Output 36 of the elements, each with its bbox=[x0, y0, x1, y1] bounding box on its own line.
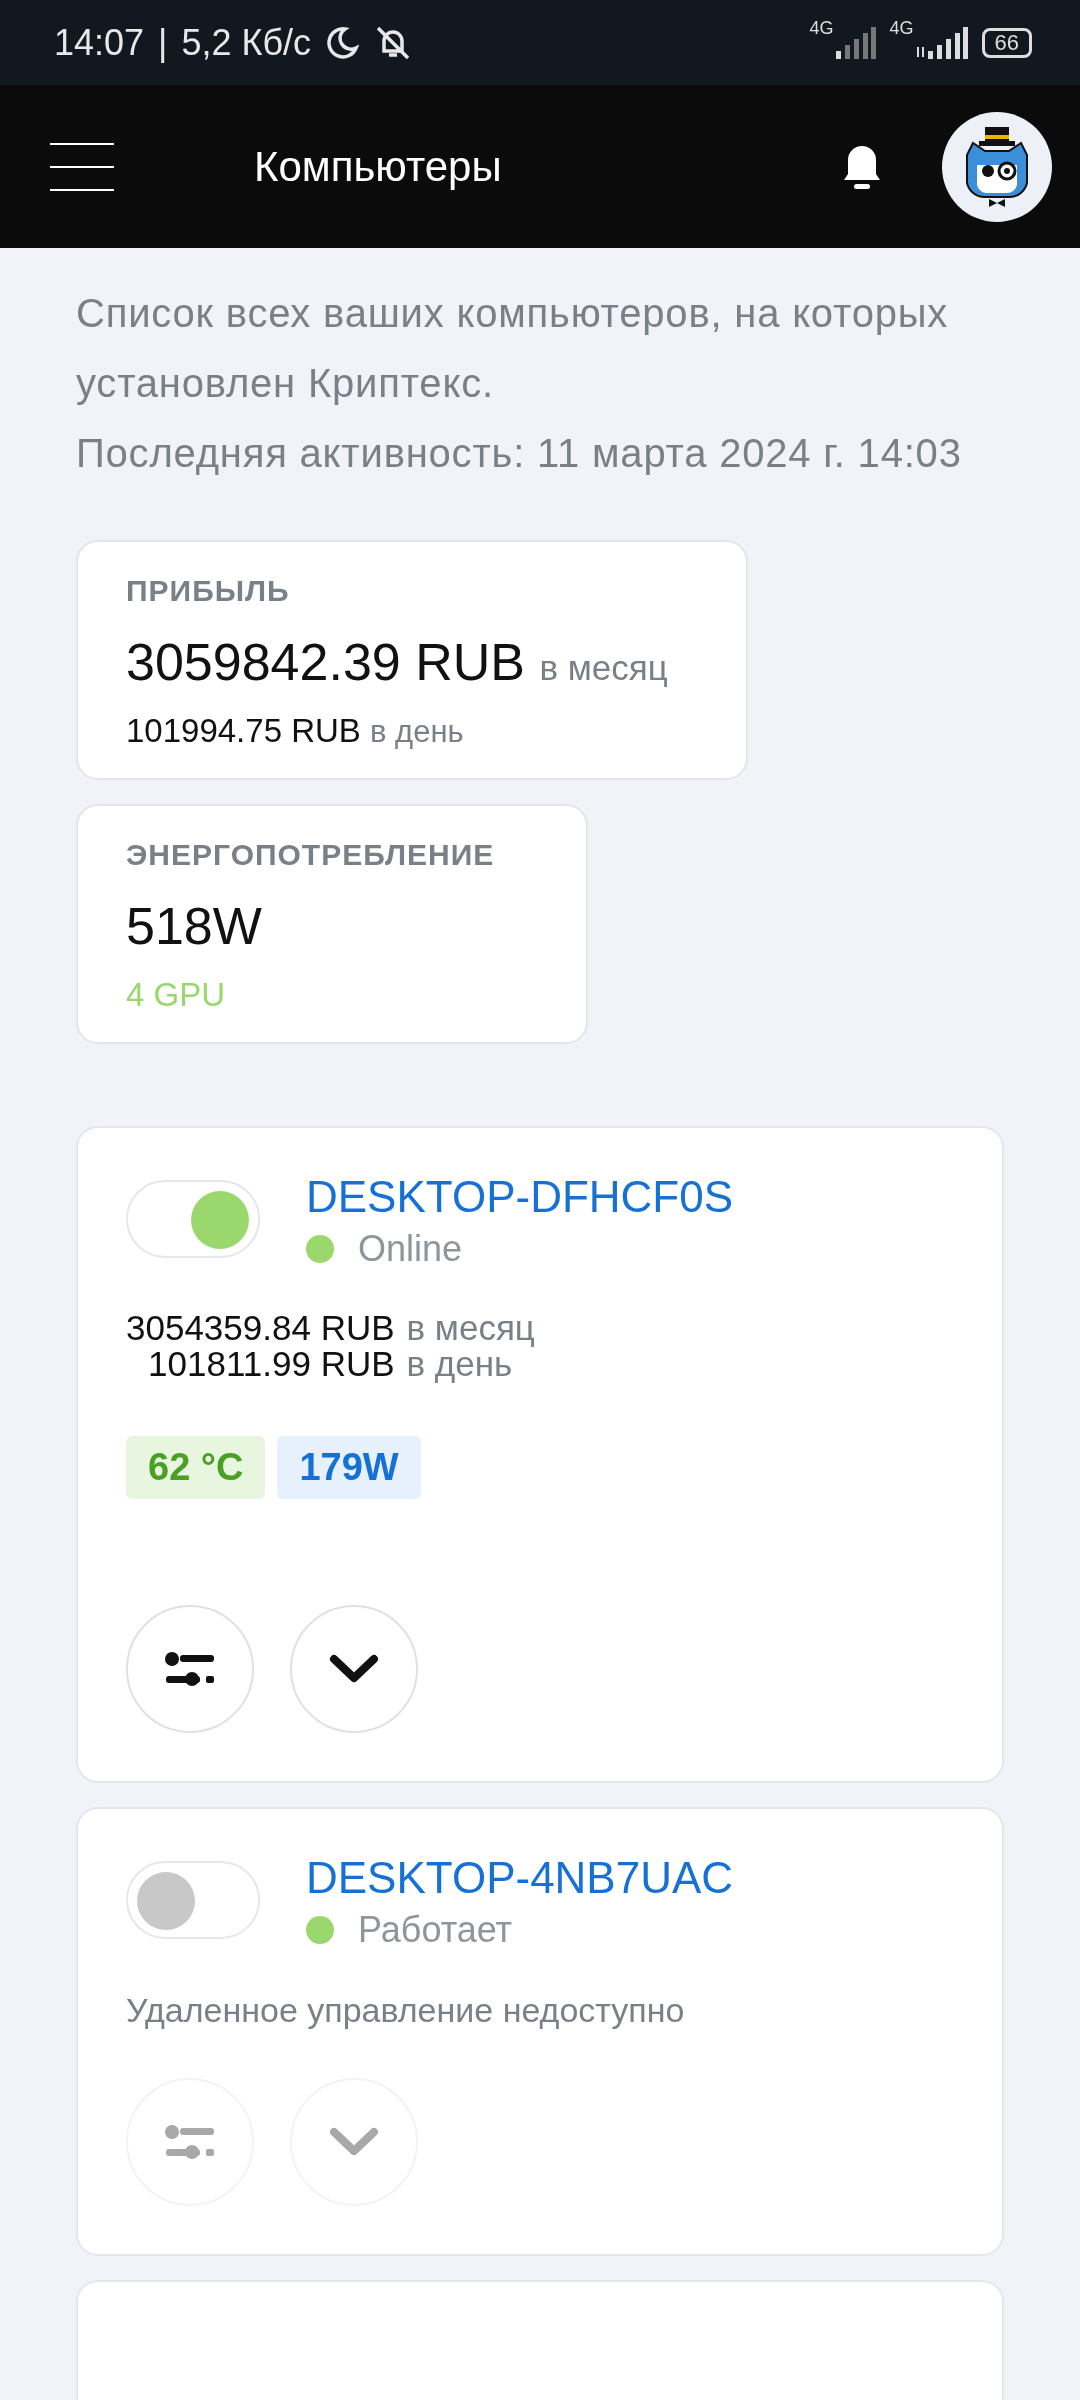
status-text: Online bbox=[358, 1228, 463, 1270]
description-text: Список всех ваших компьютеров, на которых установлен Криптекс. bbox=[76, 290, 950, 407]
bell-icon[interactable] bbox=[842, 143, 882, 190]
stat-subvalue: 101994.75 RUB bbox=[126, 712, 361, 749]
status-divider: | bbox=[158, 21, 168, 64]
moon-icon bbox=[325, 25, 360, 60]
stat-label: ПРИБЫЛЬ bbox=[126, 574, 291, 608]
stat-value: 518W bbox=[126, 897, 262, 955]
description-text: Последняя активность: 11 марта 2024 г. 14:03 bbox=[76, 430, 963, 477]
temperature-tag: 62 °C bbox=[126, 1436, 266, 1499]
menu-button[interactable] bbox=[50, 142, 114, 191]
status-text: Работает bbox=[358, 1909, 513, 1951]
page-title: Компьютеры bbox=[254, 142, 502, 191]
income-unit: в месяц bbox=[406, 1310, 535, 1346]
daily-income: 101811.99 RUB bbox=[147, 1346, 395, 1382]
remote-unavailable-text: Удаленное управление недоступно bbox=[126, 1991, 686, 2030]
network-type: 4G bbox=[809, 18, 834, 39]
gpu-count: 4 GPU bbox=[126, 976, 226, 1013]
battery-level: 66 bbox=[981, 27, 1032, 58]
income-unit: в день bbox=[406, 1346, 513, 1382]
sliders-icon bbox=[164, 1651, 216, 1687]
status-time: 14:07 bbox=[54, 21, 145, 64]
signal-icon bbox=[915, 26, 968, 59]
stat-unit: в день bbox=[370, 714, 464, 749]
signal-icon bbox=[835, 26, 876, 59]
stat-value: 3059842.39 RUB bbox=[126, 633, 525, 691]
power-tag: 179W bbox=[277, 1436, 421, 1499]
chevron-down-icon bbox=[329, 1654, 379, 1684]
monthly-income: 3054359.84 RUB bbox=[126, 1310, 395, 1346]
sliders-icon bbox=[164, 2124, 216, 2160]
network-speed: 5,2 Кб/с bbox=[181, 21, 312, 64]
computer-name-link[interactable]: DESKTOP-DFHCF0S bbox=[306, 1172, 734, 1221]
network-type: 4G bbox=[889, 18, 914, 39]
chevron-down-icon bbox=[329, 2127, 379, 2157]
stat-label: ЭНЕРГОПОТРЕБЛЕНИЕ bbox=[126, 838, 496, 872]
stat-unit: в месяц bbox=[539, 648, 668, 687]
